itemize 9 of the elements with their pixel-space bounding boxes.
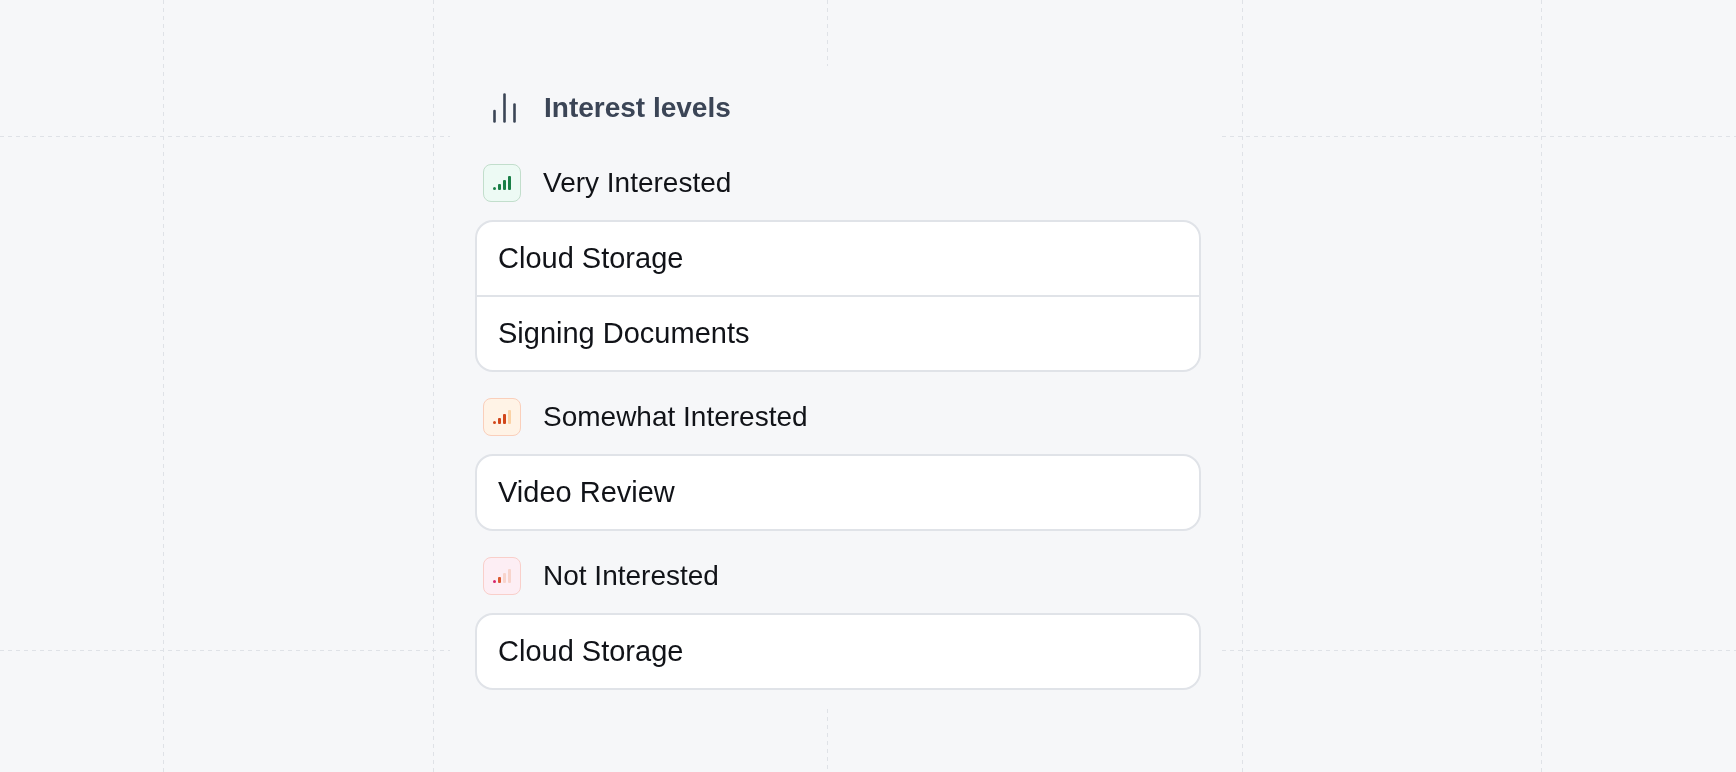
section-title: Interest levels — [544, 91, 731, 125]
list-item: Cloud Storage — [497, 241, 685, 276]
group-label: Very Interested — [543, 166, 732, 200]
group-label: Somewhat Interested — [543, 400, 808, 434]
group-label: Not Interested — [543, 559, 719, 593]
list-item: Video Review — [497, 475, 676, 510]
list-item: Signing Documents — [477, 295, 1199, 370]
bar-chart-icon — [493, 93, 516, 123]
list-item: Cloud Storage — [497, 634, 685, 669]
